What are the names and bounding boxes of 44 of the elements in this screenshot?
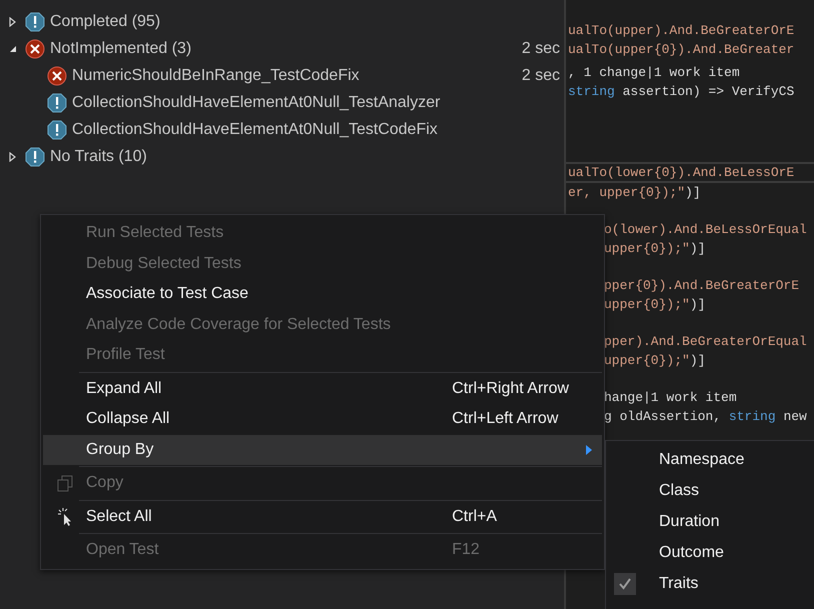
- code-line: string assertion) => VerifyCS: [568, 84, 794, 99]
- code-line: pper).And.BeGreaterOrEqual: [604, 334, 807, 349]
- menu-item[interactable]: Collapse All Ctrl+Left Arrow: [43, 404, 602, 434]
- submenu-item[interactable]: Namespace: [606, 444, 814, 475]
- warning-icon: [47, 92, 67, 112]
- menu-item[interactable]: Group By: [43, 434, 602, 465]
- duration-text: 2 sec: [522, 66, 560, 84]
- submenu-item[interactable]: Traits: [606, 568, 814, 599]
- warning-icon: [47, 120, 67, 140]
- code-line: upper{0});")]: [604, 241, 706, 256]
- caret-icon[interactable]: [8, 44, 18, 54]
- tree-item[interactable]: Completed (95): [50, 12, 160, 30]
- warning-icon: [25, 146, 45, 166]
- code-line: ualTo(upper).And.BeGreaterOrE: [568, 23, 794, 38]
- tree-item[interactable]: No Traits (10): [50, 148, 147, 166]
- tree-item[interactable]: CollectionShouldHaveElementAt0Null_TestCodeFix: [72, 120, 438, 138]
- menu-item[interactable]: Select All Ctrl+A: [43, 502, 602, 532]
- submenu-arrow-icon: [586, 444, 592, 455]
- duration-text: 2 sec: [522, 40, 560, 58]
- code-line: upper{0});")]: [604, 297, 706, 312]
- code-line: ualTo(upper{0}).And.BeGreater: [568, 42, 794, 57]
- menu-item[interactable]: Associate to Test Case: [43, 279, 602, 310]
- tree-item[interactable]: NumericShouldBeInRange_TestCodeFix: [72, 66, 360, 84]
- code-line: o(lower).And.BeLessOrEqual: [604, 222, 807, 237]
- pointer-icon: [56, 508, 72, 526]
- code-line: upper{0});")]: [604, 353, 706, 368]
- menu-item[interactable]: Expand All Ctrl+Right Arrow: [43, 374, 602, 404]
- submenu-item[interactable]: Duration: [606, 506, 814, 537]
- caret-icon[interactable]: [8, 16, 18, 26]
- warning-icon: [25, 12, 45, 32]
- tree-item[interactable]: CollectionShouldHaveElementAt0Null_TestAnalyzer: [72, 94, 440, 112]
- submenu-item[interactable]: Class: [606, 475, 814, 506]
- error-icon: [47, 66, 67, 86]
- code-line: , 1 change|1 work item: [568, 65, 740, 80]
- error-icon: [25, 38, 45, 58]
- code-line: hange|1 work item: [604, 390, 737, 405]
- code-line: pper{0}).And.BeGreaterOrE: [604, 278, 800, 293]
- tree-item[interactable]: NotImplemented (3): [50, 40, 192, 58]
- submenu-item[interactable]: Outcome: [606, 537, 814, 568]
- code-line: ualTo(lower{0}).And.BeLessOrE: [568, 165, 794, 180]
- caret-icon[interactable]: [8, 152, 18, 162]
- code-line: er, upper{0});")]: [568, 185, 701, 200]
- copy-icon: [56, 474, 72, 492]
- code-line: g oldAssertion, string new: [604, 409, 807, 424]
